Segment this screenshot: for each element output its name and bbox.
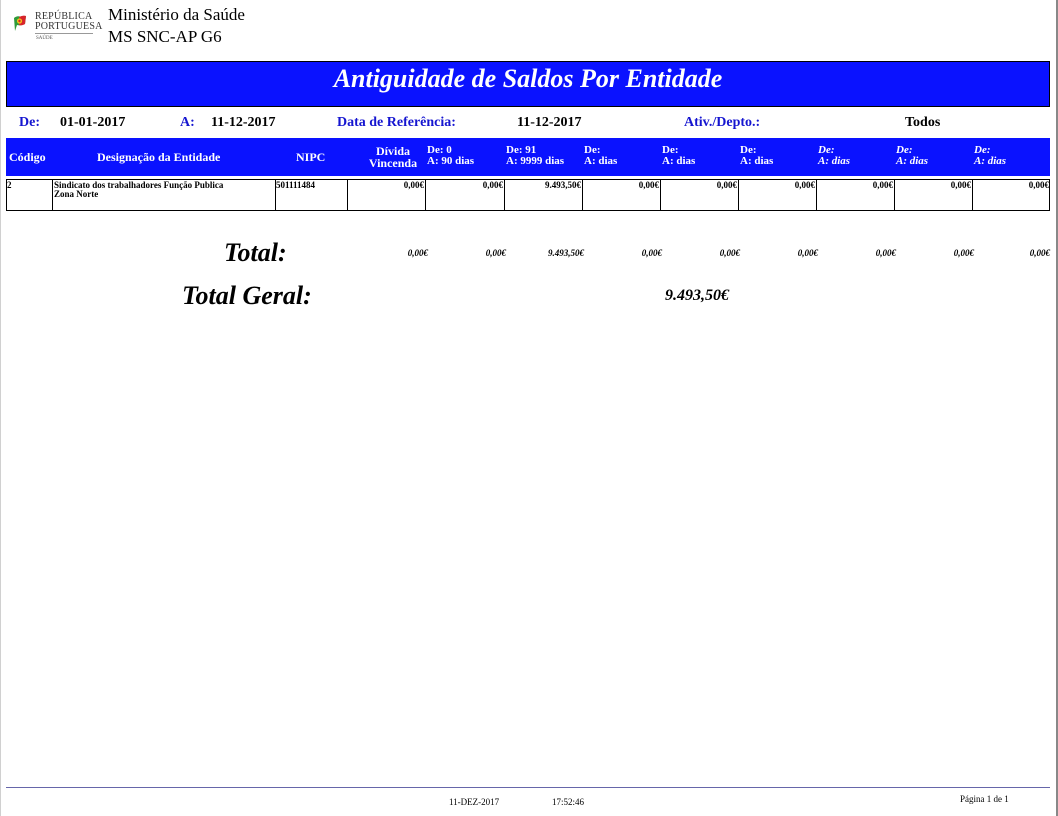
total-label: Total:: [224, 238, 287, 267]
page-number: Página 1 de 1: [960, 794, 1009, 804]
total-bucket-3: 0,00€: [641, 248, 662, 258]
total-bucket-7: 0,00€: [953, 248, 974, 258]
total-bucket-6: 0,00€: [875, 248, 896, 258]
column-header-designacao: Designação da Entidade: [97, 150, 221, 164]
to-date-value: 11-12-2017: [211, 115, 276, 130]
column-header-bucket-3: De: A: dias: [584, 144, 618, 167]
reference-date-value: 11-12-2017: [517, 115, 582, 130]
republic-logo-text: REPÚBLICA PORTUGUESA: [35, 11, 103, 32]
column-header-bucket-2: De: 91 A: 9999 dias: [506, 144, 565, 167]
org-name: Ministério da Saúde: [108, 5, 245, 24]
republic-emblem-icon: [14, 15, 26, 31]
cell-bucket-4: 0,00€: [716, 180, 737, 190]
column-header-bucket-1: De: 0 A: 90 dias: [427, 144, 475, 167]
logo-divider: [35, 33, 93, 34]
cell-bucket-2: 9.493,50€: [545, 180, 581, 190]
footer-time: 17:52:46: [552, 797, 585, 807]
total-bucket-2: 9.493,50€: [548, 248, 584, 258]
column-header-bucket-4: De: A: dias: [662, 144, 696, 167]
total-divida-vincenda: 0,00€: [407, 248, 428, 258]
cell-nipc: 501111484: [276, 180, 316, 190]
column-header-divida: Dívida Vincenda: [368, 144, 418, 170]
org-system: MS SNC-AP G6: [108, 27, 222, 46]
column-header-bucket-5: De: A: dias: [740, 144, 774, 167]
total-bucket-5: 0,00€: [797, 248, 818, 258]
cell-bucket-1: 0,00€: [482, 180, 503, 190]
from-date-value: 01-01-2017: [60, 115, 126, 130]
column-header-codigo: Código: [9, 150, 46, 164]
reference-date-label: Data de Referência:: [337, 115, 456, 130]
column-header-nipc: NIPC: [296, 150, 326, 164]
cell-divida-vincenda: 0,00€: [403, 180, 424, 190]
cell-bucket-7: 0,00€: [950, 180, 971, 190]
from-date-label: De:: [19, 115, 40, 130]
column-header-bucket-8: De: A: dias: [974, 144, 1007, 167]
logo-subtitle: SAÚDE: [36, 36, 53, 41]
cell-bucket-8: 0,00€: [1028, 180, 1049, 190]
page-left-edge: [0, 0, 1, 816]
cell-bucket-6: 0,00€: [872, 180, 893, 190]
footer-date: 11-DEZ-2017: [449, 797, 500, 807]
column-divider: [52, 179, 53, 211]
total-geral-label: Total Geral:: [182, 281, 312, 310]
column-header-bucket-7: De: A: dias: [896, 144, 929, 167]
cell-bucket-3: 0,00€: [638, 180, 659, 190]
cell-codigo: 2: [7, 180, 12, 190]
footer-divider: [6, 787, 1050, 788]
total-bucket-1: 0,00€: [485, 248, 506, 258]
total-geral-value: 9.493,50€: [665, 287, 729, 304]
cell-designacao: Sindicato dos trabalhadores Função Publi…: [54, 180, 224, 199]
to-date-label: A:: [180, 115, 195, 130]
total-bucket-8: 0,00€: [1029, 248, 1050, 258]
column-header-bucket-6: De: A: dias: [818, 144, 851, 167]
total-bucket-4: 0,00€: [719, 248, 740, 258]
cell-bucket-5: 0,00€: [794, 180, 815, 190]
activity-dept-value: Todos: [905, 115, 941, 130]
report-title: Antiguidade de Saldos Por Entidade: [333, 64, 723, 93]
activity-dept-label: Ativ./Depto.:: [684, 115, 761, 130]
